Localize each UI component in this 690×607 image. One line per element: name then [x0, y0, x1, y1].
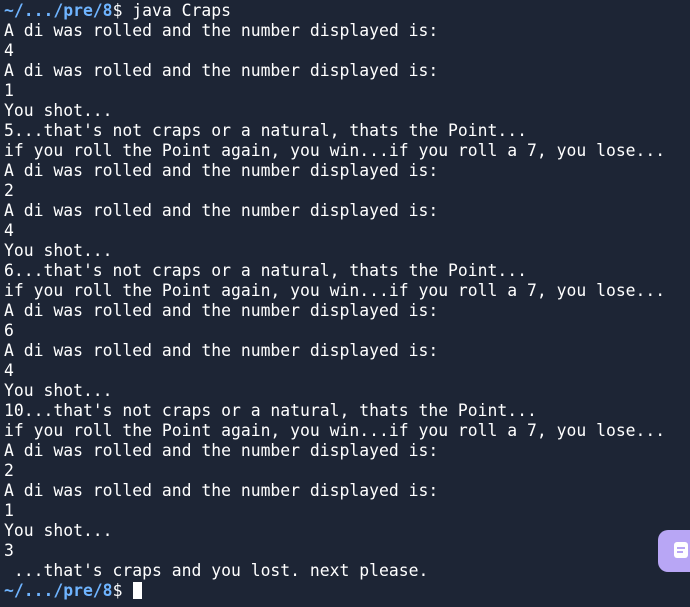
output-line: 5...that's not craps or a natural, thats… — [4, 121, 528, 140]
output-line: You shot... — [4, 381, 113, 400]
output-line: A di was rolled and the number displayed… — [4, 301, 439, 320]
output-line: A di was rolled and the number displayed… — [4, 481, 439, 500]
prompt-symbol: $ — [112, 1, 123, 20]
output-line: 10...that's not craps or a natural, that… — [4, 401, 537, 420]
final-prompt-line[interactable]: ~/.../pre/8$ — [4, 581, 690, 601]
output-line: A di was rolled and the number displayed… — [4, 341, 439, 360]
output-line: ...that's craps and you lost. next pleas… — [4, 561, 429, 580]
command-line: ~/.../pre/8$ java Craps — [4, 1, 690, 21]
floating-chat-button[interactable] — [658, 530, 690, 572]
output-line: A di was rolled and the number displayed… — [4, 441, 439, 460]
output-line: 1 — [4, 81, 14, 100]
output-line: if you roll the Point again, you win...i… — [4, 281, 666, 300]
output-line: You shot... — [4, 101, 113, 120]
final-prompt-symbol: $ — [112, 581, 123, 600]
output-line: A di was rolled and the number displayed… — [4, 21, 439, 40]
output-line: You shot... — [4, 241, 113, 260]
output-line: You shot... — [4, 521, 113, 540]
output-line: 2 — [4, 461, 14, 480]
terminal-window[interactable]: ~/.../pre/8$ java Craps A di was rolled … — [0, 0, 690, 607]
text-cursor — [133, 582, 143, 599]
output-line: 4 — [4, 361, 14, 380]
output-line: 6 — [4, 321, 14, 340]
terminal-output: A di was rolled and the number displayed… — [4, 21, 690, 581]
output-line: 3 — [4, 541, 14, 560]
output-line: A di was rolled and the number displayed… — [4, 161, 439, 180]
output-line: 1 — [4, 501, 14, 520]
command-text: java Craps — [122, 1, 231, 20]
output-line: if you roll the Point again, you win...i… — [4, 421, 666, 440]
output-line: 4 — [4, 221, 14, 240]
message-icon — [674, 542, 688, 558]
output-line: A di was rolled and the number displayed… — [4, 201, 439, 220]
output-line: 2 — [4, 181, 14, 200]
output-line: 4 — [4, 41, 14, 60]
output-line: if you roll the Point again, you win...i… — [4, 141, 666, 160]
prompt-path: ~/.../pre/8 — [4, 1, 113, 20]
output-line: 6...that's not craps or a natural, thats… — [4, 261, 528, 280]
final-prompt-path: ~/.../pre/8 — [4, 581, 113, 600]
output-line: A di was rolled and the number displayed… — [4, 61, 439, 80]
